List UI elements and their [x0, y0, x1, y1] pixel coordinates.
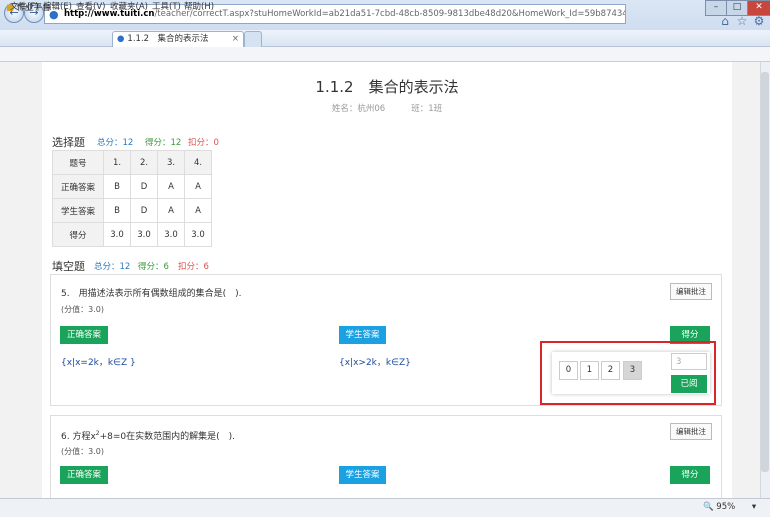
page-title: 1.1.2 集合的表示法: [315, 78, 459, 96]
question-text: 6. 方程x2+8=0在实数范围内的解集是( ).: [61, 429, 235, 442]
table-row: 题号 1. 2. 3. 4.: [52, 150, 212, 175]
menu-edit[interactable]: 编辑(E): [43, 1, 72, 13]
table-cell: B: [103, 198, 131, 223]
table-cell: A: [184, 174, 212, 199]
score-button[interactable]: 得分: [670, 466, 710, 484]
menu-favorites[interactable]: 收藏夹(A): [110, 1, 148, 13]
fill-deducted: 扣分：6: [178, 262, 209, 272]
choice-deducted: 扣分：0: [188, 138, 219, 148]
question-score-value: (分值：3.0): [61, 305, 104, 314]
score-option-2[interactable]: 2: [601, 361, 620, 380]
table-cell: 3.0: [157, 222, 185, 247]
fill-earned: 得分：6: [138, 262, 169, 272]
menu-file[interactable]: 文件(F): [10, 1, 39, 13]
table-cell: 3.0: [103, 222, 131, 247]
edit-comment-button[interactable]: 编辑批注: [670, 283, 712, 300]
scrollbar-thumb[interactable]: [761, 72, 769, 472]
table-cell: 题号: [52, 150, 104, 175]
fill-heading: 填空题: [52, 260, 85, 273]
table-cell: 得分: [52, 222, 104, 247]
student-class: 班：1班: [411, 104, 443, 114]
table-cell: 3.0: [184, 222, 212, 247]
chevron-down-icon: ▾: [751, 502, 757, 512]
table-cell: 2.: [130, 150, 158, 175]
edit-comment-button[interactable]: 编辑批注: [670, 423, 712, 440]
table-cell: A: [184, 198, 212, 223]
table-cell: A: [157, 174, 185, 199]
choice-answer-table: 题号 1. 2. 3. 4. 正确答案 B D A A 学生答案 B D A A: [52, 150, 212, 247]
page-sheet: 1.1.2 集合的表示法 姓名：杭州06 班：1班 选择题 总分：12 得分：12…: [42, 62, 732, 498]
table-cell: 3.: [157, 150, 185, 175]
menu-view[interactable]: 查看(V): [76, 1, 105, 13]
table-cell: D: [130, 174, 158, 199]
student-answer-button[interactable]: 学生答案: [339, 326, 386, 344]
close-tab-icon[interactable]: ×: [232, 32, 239, 47]
new-tab-button[interactable]: [244, 31, 262, 47]
choice-heading: 选择题: [52, 136, 85, 149]
student-answer-text: {x|x>2k，k∈Z}: [339, 358, 411, 368]
menu-tools[interactable]: 工具(T): [152, 1, 181, 13]
ie-tab-icon: ●: [117, 34, 125, 44]
question-text-part: 6. 方程x: [61, 432, 96, 442]
table-cell: D: [130, 198, 158, 223]
tab-active[interactable]: ● 1.1.2 集合的表示法 ×: [112, 31, 244, 47]
menu-bar: [0, 47, 770, 62]
table-row: 得分 3.0 3.0 3.0 3.0: [52, 222, 212, 247]
question-text-part: +8=0在实数范围内的解集是( ).: [99, 432, 236, 442]
zoom-level: 95%: [716, 502, 736, 512]
score-option-3[interactable]: 3: [623, 361, 642, 380]
choice-earned: 得分：12: [145, 138, 182, 148]
tab-title: 1.1.2 集合的表示法: [127, 34, 209, 44]
table-cell: B: [103, 174, 131, 199]
question-card: [50, 415, 722, 498]
table-row: 学生答案 B D A A: [52, 198, 212, 223]
reviewed-button[interactable]: 已阅: [671, 375, 707, 393]
table-cell: 学生答案: [52, 198, 104, 223]
student-answer-button[interactable]: 学生答案: [339, 466, 386, 484]
fill-total: 总分：12: [94, 262, 131, 272]
table-row: 正确答案 B D A A: [52, 174, 212, 199]
score-option-1[interactable]: 1: [580, 361, 599, 380]
choice-total: 总分：12: [97, 138, 134, 148]
question-score-value: (分值：3.0): [61, 447, 104, 456]
favorites-star-icon[interactable]: ☆: [735, 14, 749, 28]
correct-answer-button[interactable]: 正确答案: [60, 466, 108, 484]
table-cell: 1.: [103, 150, 131, 175]
zoom-icon: 🔍: [703, 502, 714, 512]
student-name: 姓名：杭州06: [331, 104, 386, 114]
zoom-control[interactable]: 🔍 95% ▾: [703, 501, 756, 513]
correct-answer-text: {x|x=2k，k∈Z }: [61, 358, 136, 368]
student-info: 姓名：杭州06 班：1班: [42, 102, 732, 114]
score-option-0[interactable]: 0: [559, 361, 578, 380]
home-icon[interactable]: ⌂: [718, 14, 732, 28]
menu-help[interactable]: 帮助(H): [184, 1, 214, 13]
page-viewport: 1.1.2 集合的表示法 姓名：杭州06 班：1班 选择题 总分：12 得分：12…: [0, 62, 760, 498]
table-cell: A: [157, 198, 185, 223]
question-text: 5. 用描述法表示所有偶数组成的集合是( ).: [61, 289, 242, 299]
correct-answer-button[interactable]: 正确答案: [60, 326, 108, 344]
gear-icon[interactable]: ⚙: [752, 14, 766, 28]
score-input[interactable]: 3: [671, 353, 707, 370]
table-cell: 4.: [184, 150, 212, 175]
status-bar: [0, 498, 770, 517]
table-cell: 3.0: [130, 222, 158, 247]
table-cell: 正确答案: [52, 174, 104, 199]
url-path: /teacher/correctT.aspx?stuHomeWorkId=ab2…: [154, 9, 625, 19]
